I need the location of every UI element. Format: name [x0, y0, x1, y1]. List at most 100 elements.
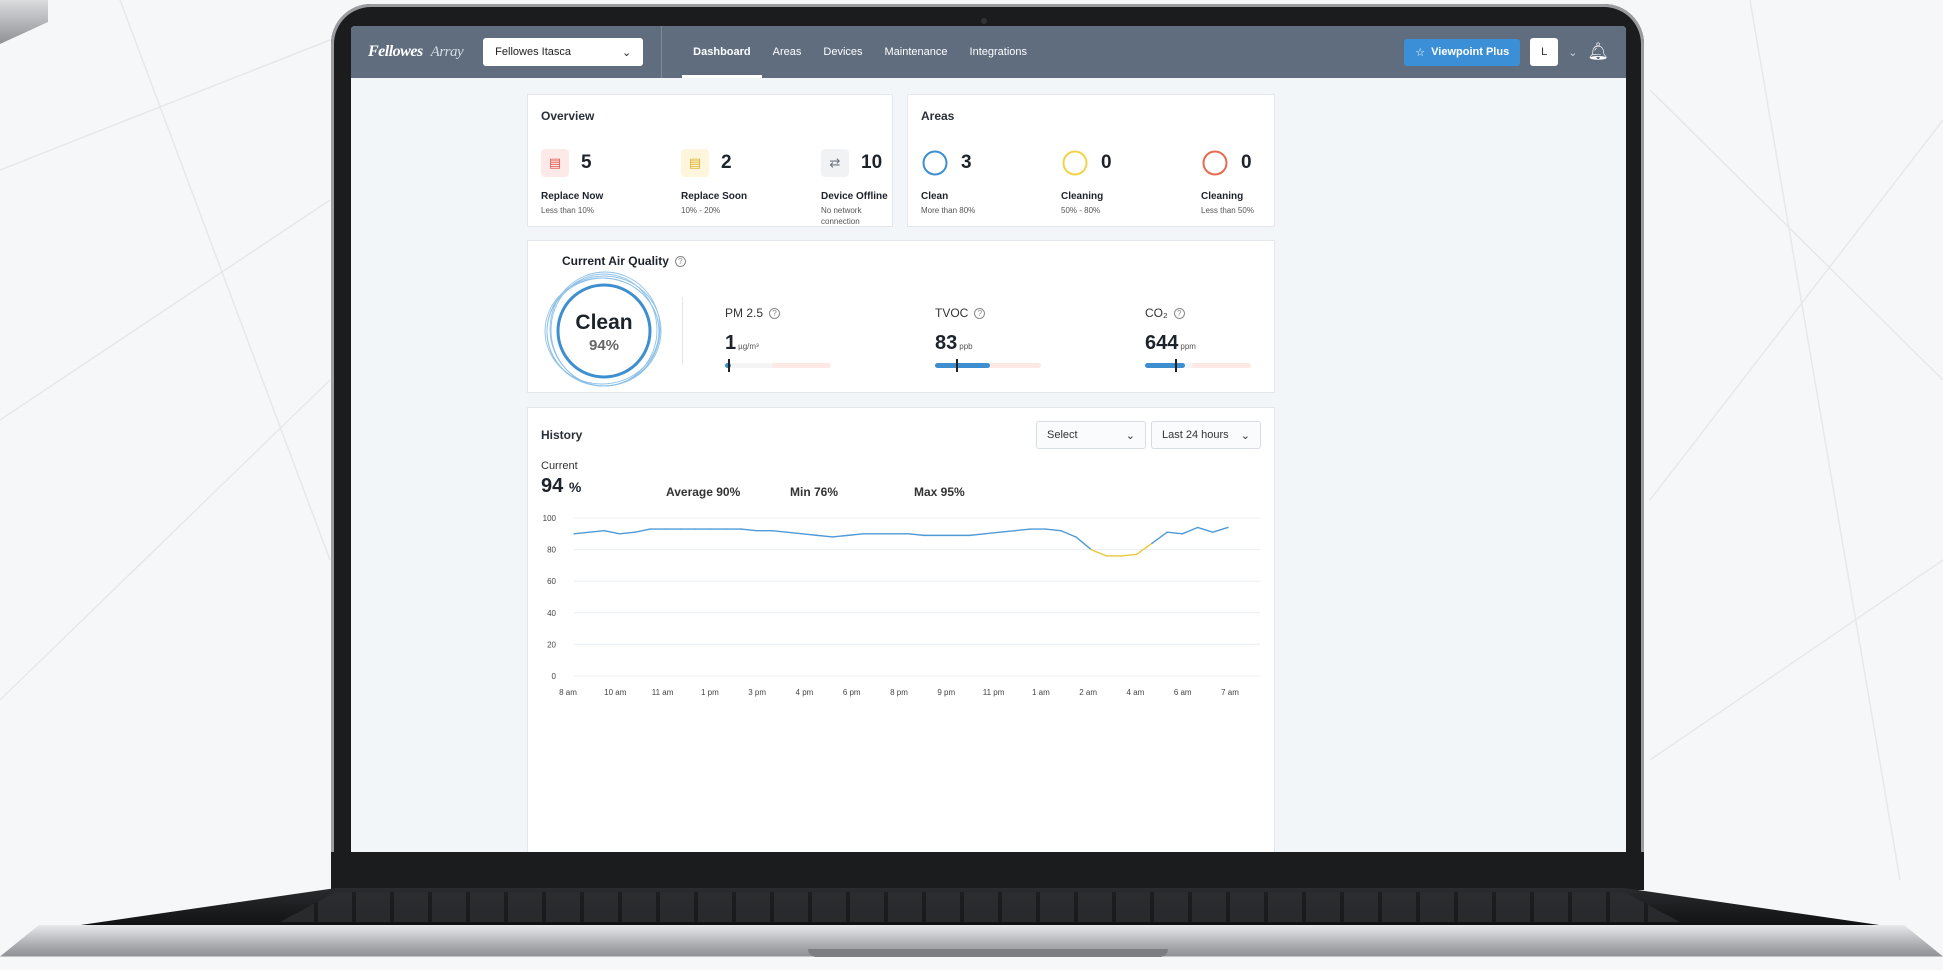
metric-tvoc[interactable]: TVOC? 83 ppb	[935, 306, 1041, 372]
x-tick-label: 4 am	[1127, 688, 1145, 697]
series-line-segment	[831, 534, 849, 538]
y-tick-label: 60	[547, 577, 556, 586]
y-tick-label: 100	[543, 514, 557, 523]
series-line-segment	[816, 534, 834, 538]
help-icon[interactable]: ?	[769, 307, 781, 319]
metric-select[interactable]: Select ⌄	[1036, 421, 1146, 449]
app-screen: Fellowes Array Fellowes Itasca ⌄ Dashboar…	[351, 26, 1626, 852]
x-tick-label: 3 pm	[748, 688, 766, 697]
x-tick-label: 1 am	[1032, 688, 1050, 697]
camera-icon	[981, 18, 987, 24]
app-logo: Fellowes Array	[368, 43, 464, 60]
series-line-segment	[573, 531, 590, 535]
x-tick-label: 6 pm	[843, 688, 861, 697]
laptop-notch	[808, 949, 1168, 957]
series-line-segment	[603, 529, 621, 535]
help-icon[interactable]: ?	[674, 255, 686, 267]
series-line-segment	[983, 531, 1001, 535]
filter-warning-icon: ▤	[681, 149, 709, 177]
series-line-segment	[1196, 526, 1214, 533]
series-line-segment	[1151, 531, 1168, 544]
chevron-down-icon: ⌄	[1240, 429, 1250, 442]
max-stat: Max 95%	[914, 485, 965, 499]
nav-integrations[interactable]: Integrations	[959, 26, 1038, 78]
area-clean[interactable]: 3 Clean More than 80%	[921, 149, 975, 216]
cleaning-ring-icon	[1062, 150, 1088, 176]
viewpoint-plus-button[interactable]: ☆ Viewpoint Plus	[1404, 38, 1521, 66]
metric-co2[interactable]: CO₂? 644 ppm	[1145, 306, 1251, 372]
series-line-segment	[1059, 529, 1077, 538]
air-quality-title: Current Air Quality ?	[562, 254, 686, 268]
y-tick-label: 80	[547, 546, 556, 555]
bell-icon[interactable]: 🔔︎	[1587, 42, 1609, 62]
time-range-select[interactable]: Last 24 hours ⌄	[1151, 421, 1261, 449]
x-tick-label: 7 am	[1221, 688, 1239, 697]
help-icon[interactable]: ?	[974, 307, 986, 319]
nav-areas[interactable]: Areas	[762, 26, 813, 78]
x-tick-label: 9 pm	[937, 688, 955, 697]
site-select-value: Fellowes Itasca	[495, 46, 571, 58]
clean-ring-icon	[922, 150, 948, 176]
y-tick-label: 0	[552, 672, 557, 681]
nav-divider	[661, 26, 663, 78]
stat-replace-soon[interactable]: ▤ 2 Replace Soon 10% - 20%	[681, 149, 791, 216]
top-nav-bar: Fellowes Array Fellowes Itasca ⌄ Dashboar…	[351, 26, 1626, 78]
x-tick-label: 4 pm	[796, 688, 814, 697]
x-tick-label: 2 am	[1079, 688, 1097, 697]
stat-device-offline[interactable]: ⇄ 10 Device Offline No network connectio…	[821, 149, 891, 227]
laptop-bezel	[331, 852, 1644, 890]
help-icon[interactable]: ?	[1173, 307, 1185, 319]
series-line-segment	[618, 531, 636, 535]
series-line-segment	[1120, 553, 1138, 557]
areas-card: Areas 3 Clean More than 80% 0 Cleaning 5…	[907, 94, 1275, 227]
nav-dashboard[interactable]: Dashboard	[682, 26, 763, 78]
area-cleaning-mid[interactable]: 0 Cleaning 50% - 80%	[1061, 149, 1112, 216]
series-line-segment	[907, 533, 925, 537]
air-quality-divider	[682, 297, 683, 365]
series-line-segment	[1181, 526, 1199, 535]
area-cleaning-low[interactable]: 0 Cleaning Less than 50%	[1201, 149, 1254, 216]
series-line-segment	[1014, 528, 1031, 532]
air-quality-status: Clean	[575, 311, 633, 334]
device-offline-icon: ⇄	[821, 149, 849, 177]
user-avatar[interactable]: L	[1530, 38, 1559, 66]
x-tick-label: 11 pm	[983, 688, 1005, 697]
series-line-segment	[588, 529, 606, 533]
series-line-segment	[1090, 548, 1108, 557]
nav-maintenance[interactable]: Maintenance	[874, 26, 959, 78]
history-card: History Select ⌄ Last 24 hours ⌄ Current 9…	[527, 407, 1275, 852]
co2-level-bar	[1145, 359, 1251, 372]
stat-replace-now[interactable]: ▤ 5 Replace Now Less than 10%	[541, 149, 651, 216]
history-line-chart: 0 20 40 60 80 100 8 am 10 am 11 am 1 pm 3 pm 4 pm 6 …	[543, 514, 1260, 697]
chevron-down-icon: ⌄	[621, 46, 632, 59]
min-stat: Min 76%	[790, 485, 839, 499]
series-line-segment	[786, 531, 803, 535]
site-select[interactable]: Fellowes Itasca ⌄	[483, 38, 644, 66]
series-line-segment	[999, 529, 1016, 533]
air-quality-card: Current Air Quality ? Clean 94% PM 2.5? …	[527, 240, 1275, 393]
x-tick-label: 11 am	[652, 688, 674, 697]
overview-card: Overview ▤ 5 Replace Now Less than 10% ▤…	[527, 94, 893, 227]
series-line-segment	[1166, 531, 1184, 535]
series-line-segment	[1075, 536, 1092, 551]
dirty-ring-icon	[1202, 150, 1228, 176]
x-tick-label: 10 am	[604, 688, 627, 697]
series-line-segment	[1212, 526, 1229, 533]
current-label: Current	[541, 460, 578, 472]
series-line-segment	[968, 533, 986, 537]
areas-title: Areas	[921, 109, 955, 123]
star-icon: ☆	[1415, 46, 1426, 59]
laptop-keyboard	[280, 892, 1680, 922]
user-menu-chevron-icon[interactable]: ⌄	[1568, 46, 1577, 59]
average-stat: Average 90%	[666, 485, 741, 499]
metric-pm25[interactable]: PM 2.5? 1 µg/m³	[725, 306, 831, 372]
series-line-segment	[771, 529, 788, 533]
nav-devices[interactable]: Devices	[812, 26, 873, 78]
pm25-level-bar	[725, 359, 831, 372]
series-line-segment	[847, 533, 864, 537]
main-nav: Dashboard Areas Devices Maintenance Inte…	[682, 26, 1038, 78]
air-quality-percent: 94%	[588, 337, 620, 354]
chevron-down-icon: ⌄	[1125, 429, 1135, 442]
tvoc-level-bar	[935, 359, 1041, 372]
current-value: 94 %	[541, 475, 582, 497]
